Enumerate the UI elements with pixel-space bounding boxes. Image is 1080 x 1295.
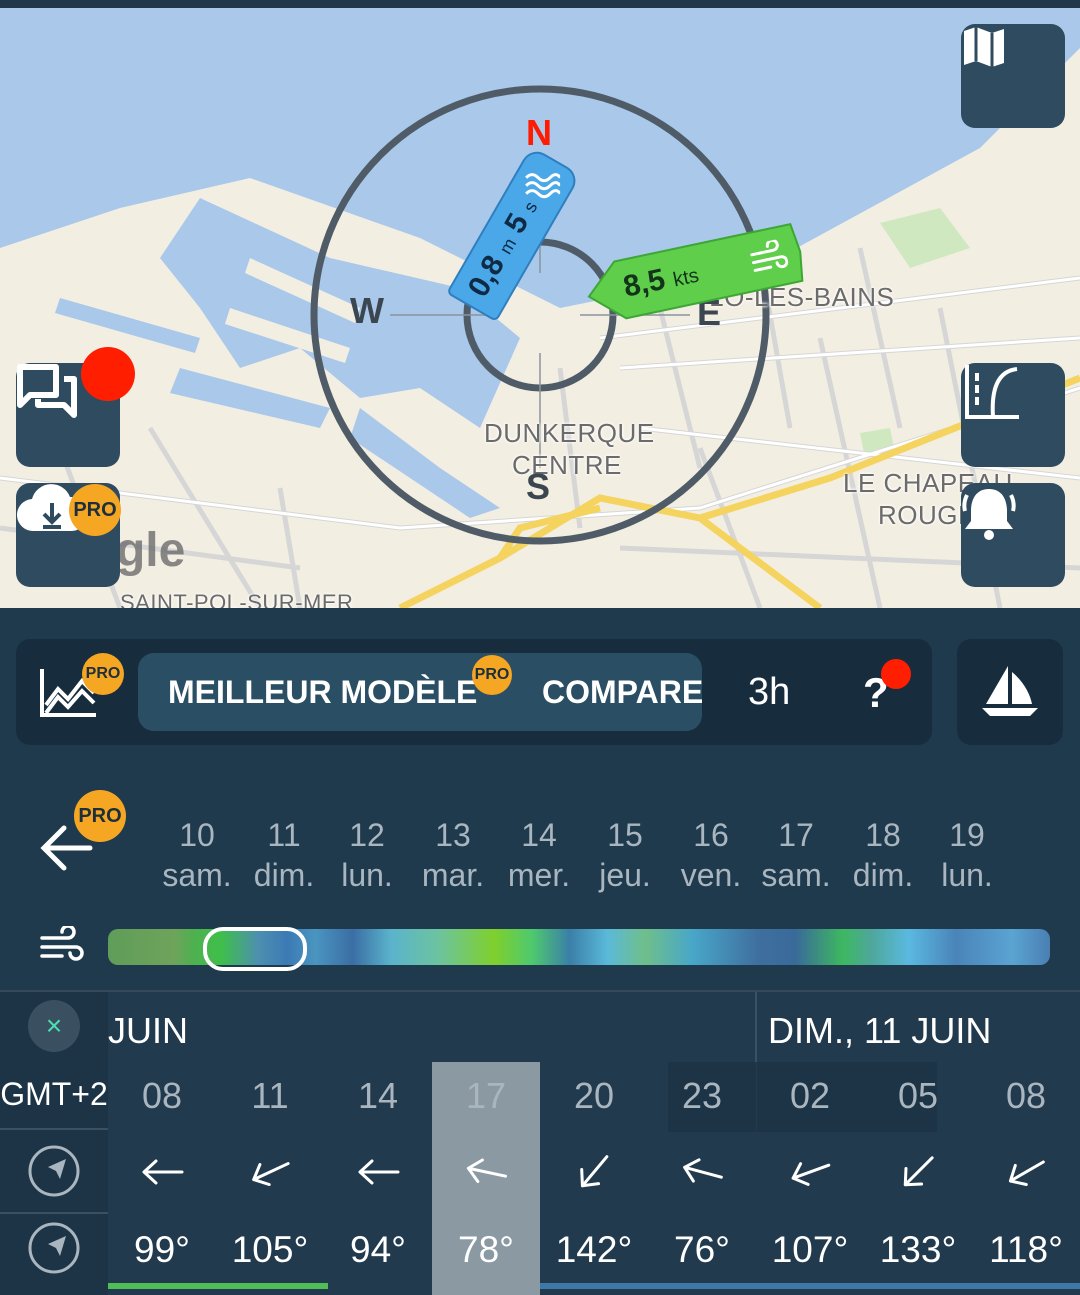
day-item[interactable]: 15 jeu. bbox=[580, 815, 670, 895]
pro-badge-download: PRO bbox=[69, 484, 121, 536]
degree-cell[interactable]: 94° bbox=[324, 1229, 432, 1271]
wind-icon bbox=[40, 924, 84, 961]
wind-timeline-selection[interactable] bbox=[203, 927, 307, 971]
map-layers-button[interactable] bbox=[961, 24, 1065, 128]
degree-cell[interactable]: 76° bbox=[648, 1229, 756, 1271]
pro-badge-back: PRO bbox=[74, 790, 126, 842]
map-label-saintpol: SAINT-POL-SUR-MER bbox=[120, 590, 354, 608]
interval-selector[interactable]: 3h bbox=[748, 671, 790, 714]
time-cell[interactable]: 08 bbox=[972, 1075, 1080, 1117]
day-item[interactable]: 17 sam. bbox=[751, 815, 841, 895]
pro-badge-model: PRO bbox=[472, 655, 512, 695]
direction-arrow-icon bbox=[108, 1150, 216, 1194]
time-cell[interactable]: 23 bbox=[648, 1075, 756, 1117]
map-view[interactable]: DUNKERQUE CENTRE -LO-LES-BAINS LE CHAPEA… bbox=[0, 8, 1080, 608]
boat-mode-button[interactable] bbox=[957, 639, 1063, 745]
direction-arrow-icon bbox=[432, 1150, 540, 1194]
row-divider bbox=[0, 1128, 108, 1130]
date-header-left: JUIN bbox=[108, 1010, 188, 1051]
timezone-label[interactable]: GMT+2 bbox=[0, 1076, 108, 1113]
tide-button[interactable] bbox=[961, 363, 1065, 467]
date-header-right: DIM., 11 JUIN bbox=[768, 1010, 992, 1051]
compass-south: S bbox=[526, 466, 551, 507]
degree-cell[interactable]: 118° bbox=[972, 1229, 1080, 1271]
wind-direction-row-icon bbox=[26, 1143, 82, 1204]
wind-color-strip bbox=[108, 1283, 328, 1289]
compass-west: W bbox=[350, 290, 384, 331]
wave-direction-row-icon bbox=[26, 1220, 82, 1281]
help-notification-dot bbox=[881, 659, 911, 689]
time-cell[interactable]: 02 bbox=[756, 1075, 864, 1117]
direction-arrow-icon bbox=[648, 1150, 756, 1194]
map-icon bbox=[964, 27, 1004, 67]
day-item[interactable]: 16 ven. bbox=[666, 815, 756, 895]
time-cell[interactable]: 05 bbox=[864, 1075, 972, 1117]
waves-icon bbox=[525, 173, 561, 199]
time-cell[interactable]: 14 bbox=[324, 1075, 432, 1117]
map-label-dunkerque: DUNKERQUE bbox=[484, 418, 655, 448]
time-cell[interactable]: 08 bbox=[108, 1075, 216, 1117]
compass-navigation-icon bbox=[28, 1145, 80, 1197]
degree-cell[interactable]: 105° bbox=[216, 1229, 324, 1271]
day-item[interactable]: 12 lun. bbox=[322, 815, 412, 895]
time-cell[interactable]: 11 bbox=[216, 1075, 324, 1117]
chat-icon bbox=[17, 364, 77, 418]
chat-notification-dot bbox=[81, 347, 135, 401]
day-item[interactable]: 10 sam. bbox=[152, 815, 242, 895]
degree-cell[interactable]: 142° bbox=[540, 1229, 648, 1271]
wind-speed-unit: kts bbox=[671, 264, 701, 292]
direction-arrow-icon bbox=[324, 1150, 432, 1194]
wind-row-icon-wrap bbox=[40, 924, 84, 973]
direction-arrow-icon bbox=[540, 1150, 648, 1194]
degree-cell[interactable]: 78° bbox=[432, 1229, 540, 1271]
top-status-strip bbox=[0, 0, 1080, 8]
model-selector[interactable]: MEILLEUR MODÈLE COMPARER bbox=[138, 653, 702, 731]
day-item[interactable]: 11 dim. bbox=[239, 815, 329, 895]
row-divider bbox=[0, 1212, 108, 1214]
degree-cell[interactable]: 133° bbox=[864, 1229, 972, 1271]
compass-navigation-icon bbox=[28, 1222, 80, 1274]
bell-icon bbox=[962, 489, 1016, 540]
pro-badge-chart: PRO bbox=[82, 653, 124, 695]
tide-chart-icon bbox=[965, 365, 1019, 419]
direction-arrow-icon bbox=[864, 1150, 972, 1194]
wind-speed: 8,5 bbox=[620, 262, 669, 304]
day-item[interactable]: 14 mer. bbox=[494, 815, 584, 895]
day-divider bbox=[755, 992, 757, 1062]
day-item[interactable]: 18 dim. bbox=[838, 815, 928, 895]
direction-arrow-icon bbox=[216, 1150, 324, 1194]
day-item[interactable]: 19 lun. bbox=[922, 815, 1012, 895]
time-cell[interactable]: 17 bbox=[432, 1075, 540, 1117]
direction-arrow-icon bbox=[972, 1150, 1080, 1194]
sailboat-icon bbox=[982, 666, 1038, 716]
best-model-label[interactable]: MEILLEUR MODÈLE bbox=[168, 674, 477, 711]
direction-arrow-icon bbox=[756, 1150, 864, 1194]
model-toolbar: PRO MEILLEUR MODÈLE COMPARER PRO 3h ? bbox=[16, 639, 932, 745]
close-table-button[interactable]: × bbox=[28, 1000, 80, 1052]
day-item[interactable]: 13 mar. bbox=[408, 815, 498, 895]
degree-cell[interactable]: 99° bbox=[108, 1229, 216, 1271]
time-cell[interactable]: 20 bbox=[540, 1075, 648, 1117]
wave-height-unit: m bbox=[495, 234, 521, 258]
wind-color-strip bbox=[540, 1283, 1080, 1289]
degree-cell[interactable]: 107° bbox=[756, 1229, 864, 1271]
compare-label[interactable]: COMPARER bbox=[542, 674, 702, 711]
alerts-button[interactable] bbox=[961, 483, 1065, 587]
